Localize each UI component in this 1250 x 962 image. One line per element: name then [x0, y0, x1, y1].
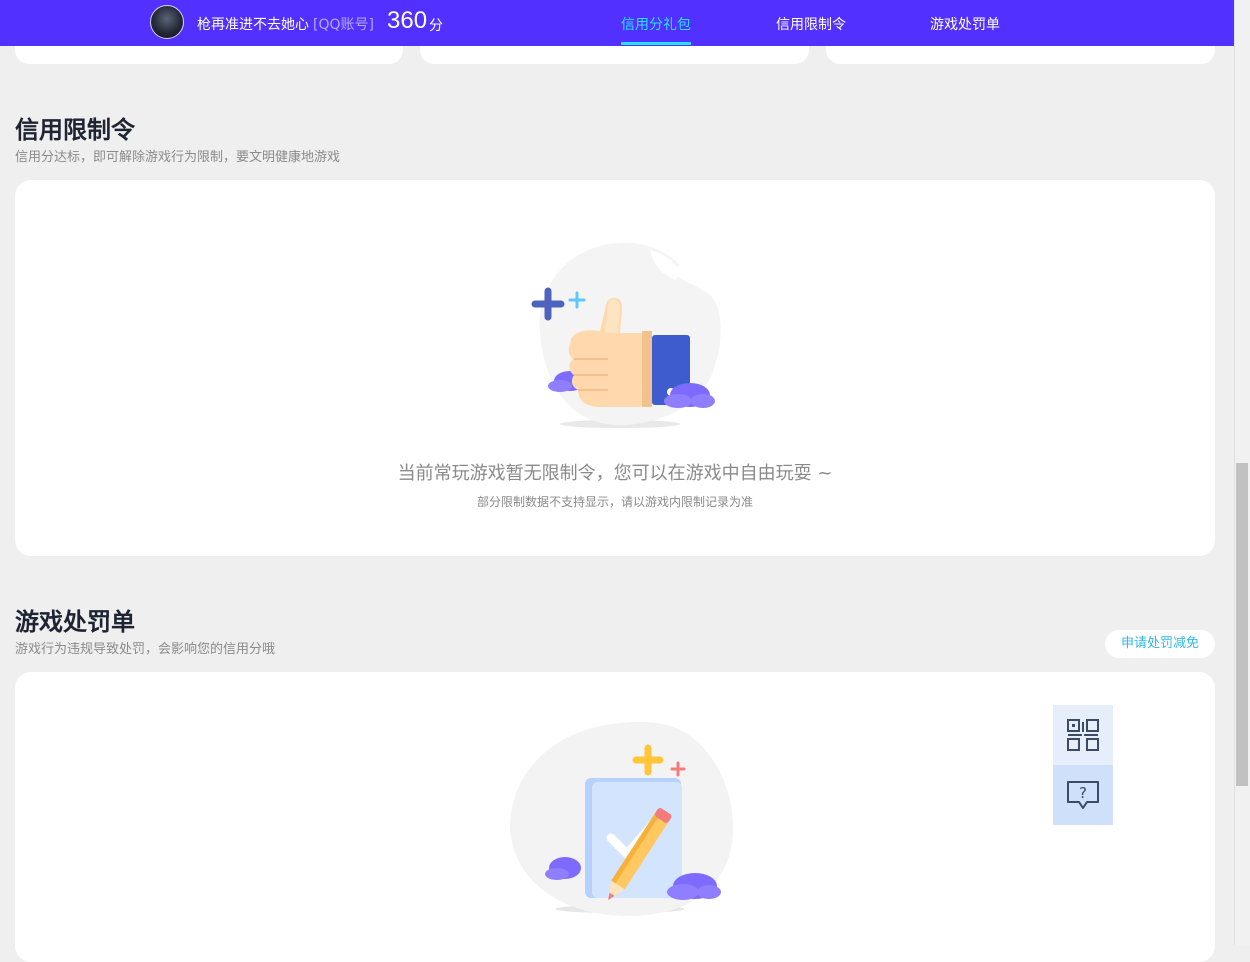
- penalty-section-title: 游戏处罚单: [15, 608, 135, 636]
- user-info: 枪再准进不去她心 [QQ账号]: [197, 14, 374, 34]
- tab-credit-gift[interactable]: 信用分礼包: [621, 14, 691, 34]
- restriction-empty-note: 部分限制数据不支持显示，请以游戏内限制记录为准: [476, 495, 753, 509]
- clipboard-check-icon: [510, 721, 734, 917]
- username: 枪再准进不去她心: [197, 17, 309, 33]
- thumbs-up-icon: [531, 242, 721, 428]
- penalty-section-subtitle: 游戏行为违规导致处罚，会影响您的信用分哦: [15, 642, 276, 657]
- qr-code-icon: [1067, 719, 1099, 751]
- avatar[interactable]: [150, 5, 184, 39]
- help-button[interactable]: ?: [1053, 765, 1113, 825]
- restriction-section-title: 信用限制令: [15, 116, 135, 144]
- top-bar: 枪再准进不去她心 [QQ账号] 360 分 信用分礼包 信用限制令 游戏处罚单: [0, 0, 1234, 46]
- penalty-card: [15, 672, 1215, 962]
- scrollbar-thumb[interactable]: [1236, 463, 1248, 786]
- svg-text:?: ?: [1079, 784, 1087, 802]
- tab-game-penalty[interactable]: 游戏处罚单: [930, 14, 1000, 34]
- restriction-section-subtitle: 信用分达标，即可解除游戏行为限制，要文明健康地游戏: [15, 150, 341, 165]
- qr-code-button[interactable]: [1053, 705, 1113, 765]
- tab-credit-restriction[interactable]: 信用限制令: [776, 14, 846, 34]
- help-chat-icon: ?: [1067, 781, 1099, 809]
- credit-score-unit: 分: [429, 18, 443, 34]
- account-tag: [QQ账号]: [313, 17, 374, 33]
- restriction-empty-text: 当前常玩游戏暂无限制令，您可以在游戏中自由玩耍 ~: [397, 463, 833, 484]
- apply-penalty-reduction-button[interactable]: 申请处罚减免: [1105, 630, 1215, 658]
- credit-score: 360: [387, 7, 428, 34]
- active-tab-indicator: [621, 42, 691, 45]
- restriction-card: 当前常玩游戏暂无限制令，您可以在游戏中自由玩耍 ~ 部分限制数据不支持显示，请以…: [15, 180, 1215, 556]
